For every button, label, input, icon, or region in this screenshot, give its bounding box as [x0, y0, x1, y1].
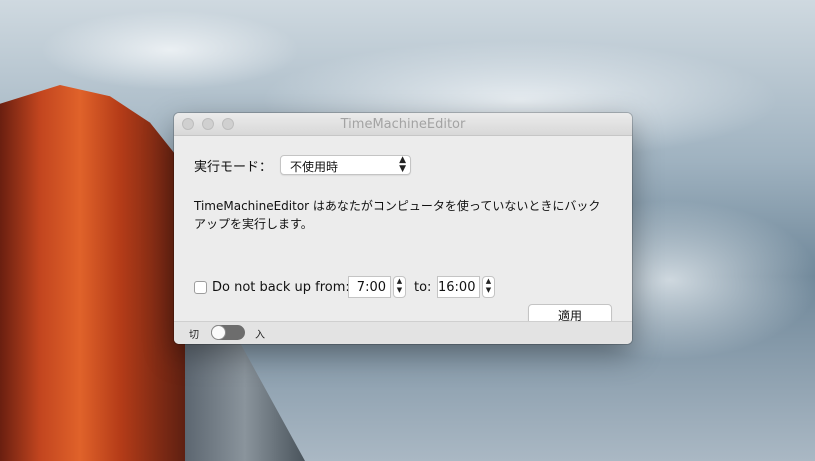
wallpaper-cliff [0, 85, 200, 461]
mode-select-value: 不使用時 [290, 160, 339, 174]
from-time-field[interactable]: 7:00 [348, 276, 391, 298]
to-label: to: [414, 280, 432, 295]
description-text: TimeMachineEditor はあなたがコンピュータを使っていないときにバ… [194, 199, 601, 231]
toggle-knob [211, 325, 226, 340]
title-bar[interactable]: TimeMachineEditor [174, 113, 632, 136]
mode-label: 実行モード： [194, 160, 273, 175]
skip-backup-label[interactable]: Do not back up from: [212, 280, 350, 295]
enable-toggle-switch[interactable] [211, 325, 245, 340]
from-time-stepper[interactable]: ▲ ▼ [393, 276, 406, 298]
updown-chevron-icon: ▲ ▼ [399, 155, 406, 174]
toggle-off-label: 切 [189, 330, 199, 341]
to-time-field[interactable]: 16:00 [437, 276, 480, 298]
footer-bar: 切 入 [174, 321, 632, 344]
app-window: TimeMachineEditor 実行モード： 不使用時 ▲ ▼ TimeMac… [174, 113, 632, 344]
window-title: TimeMachineEditor [340, 117, 466, 132]
wallpaper-cliff [185, 330, 305, 461]
main-content: 実行モード： 不使用時 ▲ ▼ TimeMachineEditor はあなたがコン… [174, 136, 632, 325]
toggle-on-label: 入 [255, 330, 265, 341]
mode-select[interactable]: 不使用時 ▲ ▼ [280, 155, 411, 175]
to-time-stepper[interactable]: ▲ ▼ [482, 276, 495, 298]
skip-backup-checkbox[interactable] [194, 281, 207, 294]
background-cloud [40, 10, 300, 90]
